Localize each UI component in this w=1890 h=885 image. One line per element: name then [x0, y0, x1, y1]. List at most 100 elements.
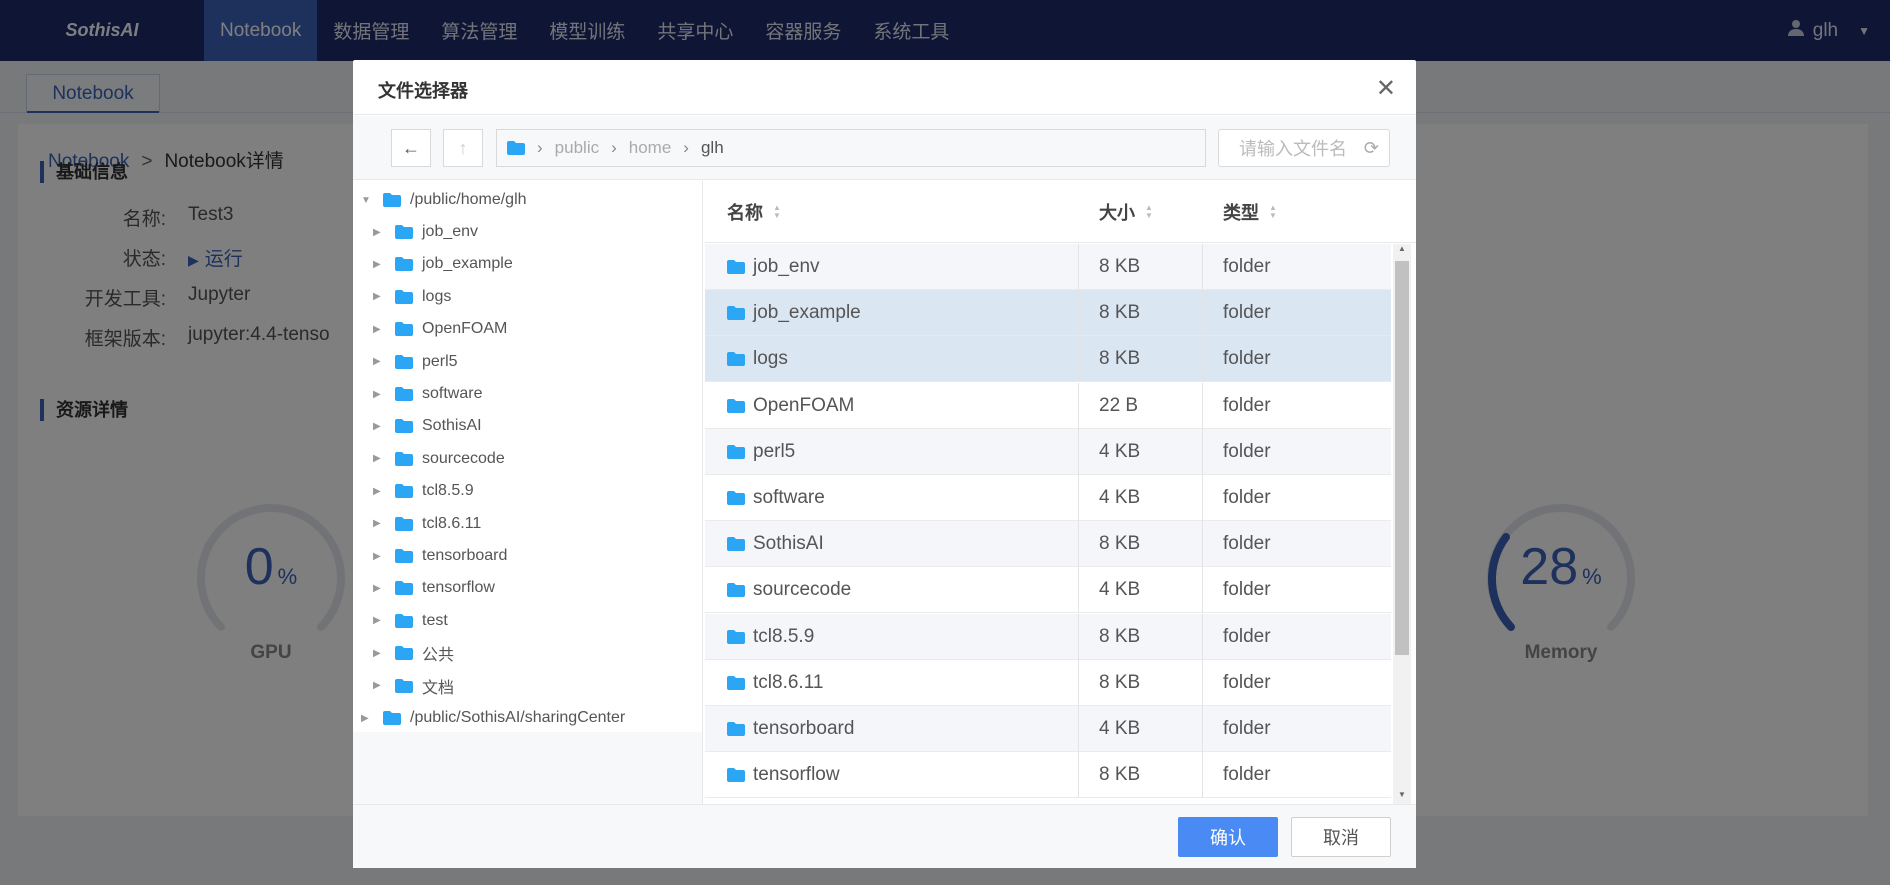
cell-type: folder	[1223, 533, 1271, 555]
table-scrollbar[interactable]: ▲ ▼	[1393, 244, 1411, 804]
close-icon[interactable]: ✕	[1376, 74, 1396, 103]
sort-icon[interactable]: ▲ ▼	[773, 204, 781, 220]
tree-node[interactable]: ▶ logs	[373, 282, 451, 312]
caret-right-icon[interactable]: ▶	[373, 421, 389, 432]
tree-node[interactable]: ▶ software	[373, 379, 482, 409]
caret-right-icon[interactable]: ▶	[373, 615, 389, 626]
folder-tree: ▼/public/home/glh ▶ job_env ▶ job_example ▶ lo…	[353, 181, 703, 804]
caret-right-icon[interactable]: ▶	[373, 583, 389, 594]
caret-right-icon[interactable]: ▶	[373, 486, 389, 497]
file-picker-dialog: 文件选择器 ✕ ← ↑ › public › home › glh 请输入文件名…	[353, 60, 1416, 868]
table-row[interactable]: tensorflow 8 KB folder	[705, 752, 1391, 799]
table-row[interactable]: job_example 8 KB folder	[705, 290, 1391, 337]
scrollbar-thumb[interactable]	[1395, 261, 1409, 655]
tree-node[interactable]: ▼/public/home/glh	[361, 185, 527, 215]
tree-node[interactable]: ▶ 公共	[373, 638, 454, 668]
column-name[interactable]: 名称 ▲ ▼	[727, 199, 781, 225]
cell-name: tensorboard	[705, 706, 1079, 752]
table-row[interactable]: sourcecode 4 KB folder	[705, 567, 1391, 614]
folder-icon	[395, 549, 413, 563]
caret-right-icon[interactable]: ▶	[361, 713, 377, 724]
caret-right-icon[interactable]: ▶	[373, 518, 389, 529]
path-segment-current[interactable]: glh	[701, 138, 724, 158]
table-row[interactable]: tcl8.6.11 8 KB folder	[705, 659, 1391, 706]
cell-name: job_example	[705, 290, 1079, 337]
file-table: 名称 ▲ ▼ 大小 ▲ ▼ 类型 ▲ ▼ job_env 8 KB folder job_exam…	[705, 181, 1416, 804]
path-segment[interactable]: home	[629, 138, 672, 158]
tree-node[interactable]: ▶ OpenFOAM	[373, 314, 507, 344]
table-row[interactable]: SothisAI 8 KB folder	[705, 521, 1391, 568]
table-row[interactable]: tcl8.5.9 8 KB folder	[705, 613, 1391, 660]
back-button[interactable]: ←	[391, 129, 431, 167]
caret-right-icon[interactable]: ▶	[373, 259, 389, 270]
folder-icon	[395, 678, 413, 693]
up-button[interactable]: ↑	[443, 129, 483, 167]
cell-size: 4 KB	[1079, 428, 1203, 475]
scroll-up-icon[interactable]: ▲	[1393, 244, 1411, 258]
table-row[interactable]: logs 8 KB folder	[705, 336, 1391, 383]
cell-type: folder	[1223, 302, 1271, 324]
caret-down-icon[interactable]: ▼	[361, 195, 377, 206]
folder-icon	[395, 613, 413, 628]
caret-right-icon[interactable]: ▶	[373, 227, 389, 238]
dialog-title: 文件选择器	[378, 81, 468, 101]
cell-type: folder	[1223, 625, 1271, 647]
tree-node[interactable]: ▶ perl5	[373, 347, 458, 377]
path-bar[interactable]: › public › home › glh	[496, 129, 1206, 167]
sort-icon[interactable]: ▲ ▼	[1145, 204, 1153, 220]
caret-right-icon[interactable]: ▶	[373, 648, 389, 659]
folder-tree-empty	[353, 732, 702, 804]
cell-size: 8 KB	[1079, 752, 1203, 799]
tree-node[interactable]: ▶ tensorboard	[373, 541, 507, 571]
column-size[interactable]: 大小 ▲ ▼	[1099, 199, 1153, 225]
tree-node[interactable]: ▶ tensorflow	[373, 573, 495, 603]
caret-right-icon[interactable]: ▶	[373, 551, 389, 562]
caret-right-icon[interactable]: ▶	[373, 291, 389, 302]
folder-icon	[383, 193, 401, 207]
folder-icon	[727, 583, 745, 598]
cancel-button[interactable]: 取消	[1291, 817, 1391, 857]
tree-node[interactable]: ▶ 文档	[373, 671, 454, 701]
folder-icon	[727, 444, 745, 459]
folder-tree-list: ▼/public/home/glh ▶ job_env ▶ job_example ▶ lo…	[353, 181, 702, 733]
cell-type: folder	[1223, 348, 1271, 370]
tree-node[interactable]: ▶ tcl8.5.9	[373, 476, 474, 506]
table-row[interactable]: perl5 4 KB folder	[705, 428, 1391, 475]
folder-icon	[383, 711, 401, 726]
tree-node[interactable]: ▶ job_example	[373, 249, 513, 279]
folder-icon	[727, 306, 745, 321]
path-segment[interactable]: public	[555, 138, 599, 158]
tree-node[interactable]: ▶ test	[373, 606, 448, 636]
folder-icon	[395, 257, 413, 272]
table-row[interactable]: OpenFOAM 22 B folder	[705, 382, 1391, 429]
table-row[interactable]: tensorboard 4 KB folder	[705, 706, 1391, 752]
tree-node[interactable]: ▶/public/SothisAI/sharingCenter	[361, 703, 625, 733]
table-row[interactable]: job_env 8 KB folder	[705, 244, 1391, 290]
column-type[interactable]: 类型 ▲ ▼	[1223, 199, 1277, 225]
tree-node[interactable]: ▶ SothisAI	[373, 411, 482, 441]
table-row[interactable]: software 4 KB folder	[705, 475, 1391, 521]
caret-right-icon[interactable]: ▶	[373, 453, 389, 464]
cell-size: 4 KB	[1079, 475, 1203, 521]
folder-icon	[727, 722, 745, 736]
folder-icon	[395, 516, 413, 531]
folder-icon	[395, 419, 413, 434]
caret-right-icon[interactable]: ▶	[373, 356, 389, 367]
filename-search-input[interactable]: 请输入文件名 ⟳	[1218, 129, 1390, 167]
scroll-down-icon[interactable]: ▼	[1393, 790, 1411, 804]
folder-icon	[395, 322, 413, 337]
caret-right-icon[interactable]: ▶	[373, 389, 389, 400]
folder-icon	[395, 289, 413, 304]
confirm-button[interactable]: 确认	[1178, 817, 1278, 857]
sort-icon[interactable]: ▲ ▼	[1269, 204, 1277, 220]
tree-node[interactable]: ▶ tcl8.6.11	[373, 509, 481, 539]
tree-node[interactable]: ▶ sourcecode	[373, 444, 505, 474]
chevron-right-icon: ›	[537, 138, 543, 157]
refresh-icon[interactable]: ⟳	[1364, 138, 1379, 159]
caret-right-icon[interactable]: ▶	[373, 324, 389, 335]
tree-node[interactable]: ▶ job_env	[373, 217, 478, 247]
folder-icon	[727, 491, 745, 505]
cell-name: job_env	[705, 244, 1079, 290]
caret-right-icon[interactable]: ▶	[373, 680, 389, 691]
cell-size: 8 KB	[1079, 659, 1203, 706]
